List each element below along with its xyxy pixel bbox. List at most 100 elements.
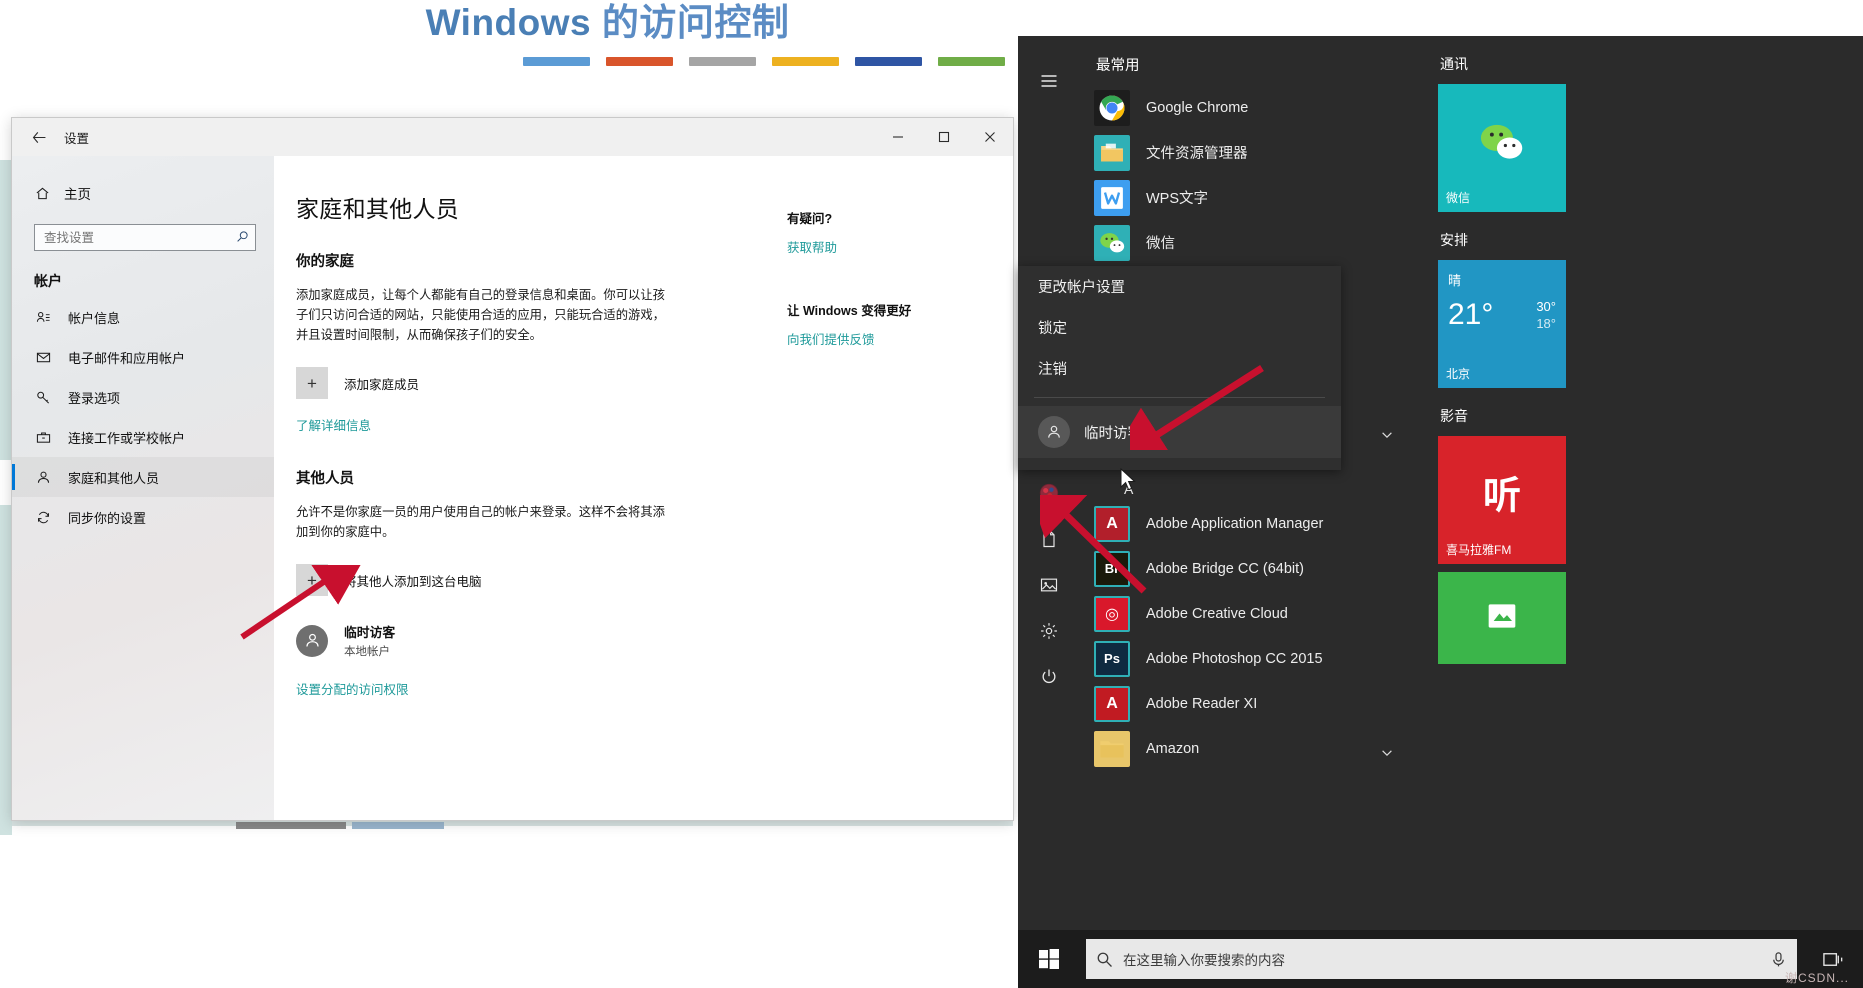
app-list-item[interactable]: Amazon xyxy=(1080,726,1420,771)
banner-title-zh: 的访问控制 xyxy=(591,2,790,43)
settings-body: 主页 帐户 帐户信息电子邮件和应用帐户登录选项连接工作或学校帐户家庭和其他人员同… xyxy=(12,156,1013,820)
tile-green-app[interactable] xyxy=(1438,572,1566,664)
most-used-item[interactable]: WPS文字 xyxy=(1080,175,1420,220)
most-used-item-label: 微信 xyxy=(1146,236,1175,252)
context-menu-item-2[interactable]: 注销 xyxy=(1018,348,1341,389)
banner-color-bars xyxy=(523,57,1005,66)
other-people-heading: 其他人员 xyxy=(296,471,354,487)
sidebar-item-home[interactable]: 主页 xyxy=(12,178,274,208)
most-used-item[interactable]: Google Chrome xyxy=(1080,85,1420,130)
minimize-button[interactable] xyxy=(875,118,921,156)
your-family-description: 添加家庭成员，让每个人都能有自己的登录信息和桌面。你可以让孩子们只访问合适的网站… xyxy=(296,288,665,342)
most-used-heading: 最常用 xyxy=(1096,58,1140,74)
search-input[interactable] xyxy=(44,230,236,245)
desktop-strip-left xyxy=(0,160,12,460)
add-other-person-row[interactable]: + 将其他人添加到这台电脑 xyxy=(296,564,1013,596)
amazon-folder-icon xyxy=(1094,730,1130,767)
mouse-cursor xyxy=(1120,468,1136,491)
desktop-taskbar-stub-1 xyxy=(236,822,346,829)
close-button[interactable] xyxy=(967,118,1013,156)
app-list-item-label: Adobe Application Manager xyxy=(1146,515,1324,532)
wechat-icon xyxy=(1094,224,1130,261)
assigned-access-link[interactable]: 设置分配的访问权限 xyxy=(296,679,409,698)
settings-window: 设置 主页 查找设置 帐户 帐户信息 电子邮件和应用帐户 登录选项 连接工作或学… xyxy=(12,118,1013,820)
weather-condition: 晴 xyxy=(1448,273,1462,288)
context-menu-items: 更改帐户设置 锁定 注销 xyxy=(1018,266,1341,389)
sidebar-item-4[interactable]: 家庭和其他人员 xyxy=(12,457,274,497)
chrome-icon xyxy=(1094,89,1130,126)
avatar-icon xyxy=(296,624,328,657)
desktop-taskbar-stub-2 xyxy=(352,822,444,829)
sidebar-item-2[interactable]: 登录选项 xyxy=(12,377,274,417)
tile-label-wechat: 微信 xyxy=(1446,191,1471,205)
guest-account-name: 临时访客 xyxy=(344,625,396,640)
maximize-button[interactable] xyxy=(921,118,967,156)
context-menu-item-1[interactable]: 锁定 xyxy=(1018,307,1341,348)
app-list-item-label: Amazon xyxy=(1146,740,1200,757)
weather-high: 30° xyxy=(1536,299,1556,314)
sidebar-item-3[interactable]: 连接工作或学校帐户 xyxy=(12,417,274,457)
sidebar-item-5[interactable]: 同步你的设置 xyxy=(12,497,274,537)
alpha-app-list: A Adobe Application Manager Br Adobe Bridge… xyxy=(1080,501,1420,771)
send-feedback-link[interactable]: 向我们提供反馈 xyxy=(787,329,1013,348)
start-icon[interactable] xyxy=(1018,930,1080,988)
most-used-item[interactable]: 微信 xyxy=(1080,220,1420,265)
guest-account-row[interactable]: 临时访客 本地帐户 xyxy=(296,622,1013,659)
documents-icon[interactable] xyxy=(1027,516,1071,562)
account-info-icon xyxy=(34,310,52,325)
app-list-item[interactable]: A Adobe Reader XI xyxy=(1080,681,1420,726)
other-people-description: 允许不是你家庭一员的用户使用自己的帐户来登录。这样不会将其添加到你的家庭中。 xyxy=(296,505,665,539)
app-list-item[interactable]: A Adobe Application Manager xyxy=(1080,501,1420,546)
sidebar-item-label: 电子邮件和应用帐户 xyxy=(68,350,186,366)
settings-gear-icon[interactable] xyxy=(1027,608,1071,654)
tile-ximalaya[interactable]: 听 喜马拉雅FM xyxy=(1438,436,1566,564)
settings-window-title: 设置 xyxy=(64,131,90,146)
context-menu-item-0[interactable]: 更改帐户设置 xyxy=(1018,266,1341,307)
wps-writer-icon xyxy=(1094,179,1130,216)
sidebar-item-0[interactable]: 帐户信息 xyxy=(12,297,274,337)
sidebar-items: 帐户信息电子邮件和应用帐户登录选项连接工作或学校帐户家庭和其他人员 同步你的设置 xyxy=(12,297,274,537)
power-icon[interactable] xyxy=(1027,654,1071,700)
taskbar-search-box[interactable]: 在这里输入你要搜索的内容 xyxy=(1086,939,1797,979)
add-other-person-label: 将其他人添加到这台电脑 xyxy=(344,574,482,589)
add-family-member-label: 添加家庭成员 xyxy=(344,377,420,392)
improve-windows-block: 让 Windows 变得更好 向我们提供反馈 xyxy=(787,300,1013,348)
back-button[interactable] xyxy=(18,122,60,152)
weather-temp: 21° xyxy=(1448,298,1494,331)
search-settings-box[interactable] xyxy=(34,224,256,251)
sidebar-item-1[interactable]: 电子邮件和应用帐户 xyxy=(12,337,274,377)
get-help-link[interactable]: 获取帮助 xyxy=(787,237,1013,256)
sync-icon xyxy=(34,510,52,525)
most-used-item[interactable]: 文件资源管理器 xyxy=(1080,130,1420,175)
tile-wechat[interactable]: 微信 xyxy=(1438,84,1566,212)
microphone-icon[interactable] xyxy=(1770,951,1787,968)
user-account-icon[interactable] xyxy=(1027,470,1071,516)
start-menu: 最常用 Google Chrome文件资源管理器WPS文字微信 A AAdobe… xyxy=(1018,36,1863,988)
add-family-member-row[interactable]: + 添加家庭成员 xyxy=(296,367,1013,399)
adobe-am-icon: A xyxy=(1094,505,1130,542)
adobe-ps-icon: Ps xyxy=(1094,640,1130,677)
hamburger-icon[interactable] xyxy=(1027,58,1071,104)
sidebar-item-label: 连接工作或学校帐户 xyxy=(68,430,186,446)
start-menu-tiles: 通讯 微信 安排 晴 21° 30° 18° 北京 影音 听 喜马拉雅FM xyxy=(1420,36,1863,930)
learn-more-link[interactable]: 了解详细信息 xyxy=(296,415,371,434)
app-list-item[interactable]: ◎ Adobe Creative Cloud xyxy=(1080,591,1420,636)
briefcase-icon xyxy=(34,430,52,445)
adobe-reader-icon: A xyxy=(1094,685,1130,722)
avatar-icon xyxy=(1038,416,1070,448)
app-list-item[interactable]: Br Adobe Bridge CC (64bit) xyxy=(1080,546,1420,591)
tile-weather[interactable]: 晴 21° 30° 18° 北京 xyxy=(1438,260,1566,388)
pictures-icon[interactable] xyxy=(1027,562,1071,608)
app-list-item[interactable]: Ps Adobe Photoshop CC 2015 xyxy=(1080,636,1420,681)
app-list-item-label: Adobe Creative Cloud xyxy=(1146,605,1288,622)
app-list-item-label: Adobe Photoshop CC 2015 xyxy=(1146,650,1323,667)
context-menu-account-guest[interactable]: 临时访客 xyxy=(1018,406,1341,458)
bar-gray xyxy=(689,57,756,66)
improve-windows-label: 让 Windows 变得更好 xyxy=(787,304,912,318)
home-icon xyxy=(34,186,50,201)
tile-label-ximalaya: 喜马拉雅FM xyxy=(1446,543,1512,557)
most-used-item-label: Google Chrome xyxy=(1146,99,1249,116)
chevron-down-icon-scroll[interactable] xyxy=(1380,428,1394,445)
taskbar: 在这里输入你要搜索的内容 xyxy=(1018,930,1863,988)
chevron-down-icon-amazon[interactable] xyxy=(1380,746,1394,763)
